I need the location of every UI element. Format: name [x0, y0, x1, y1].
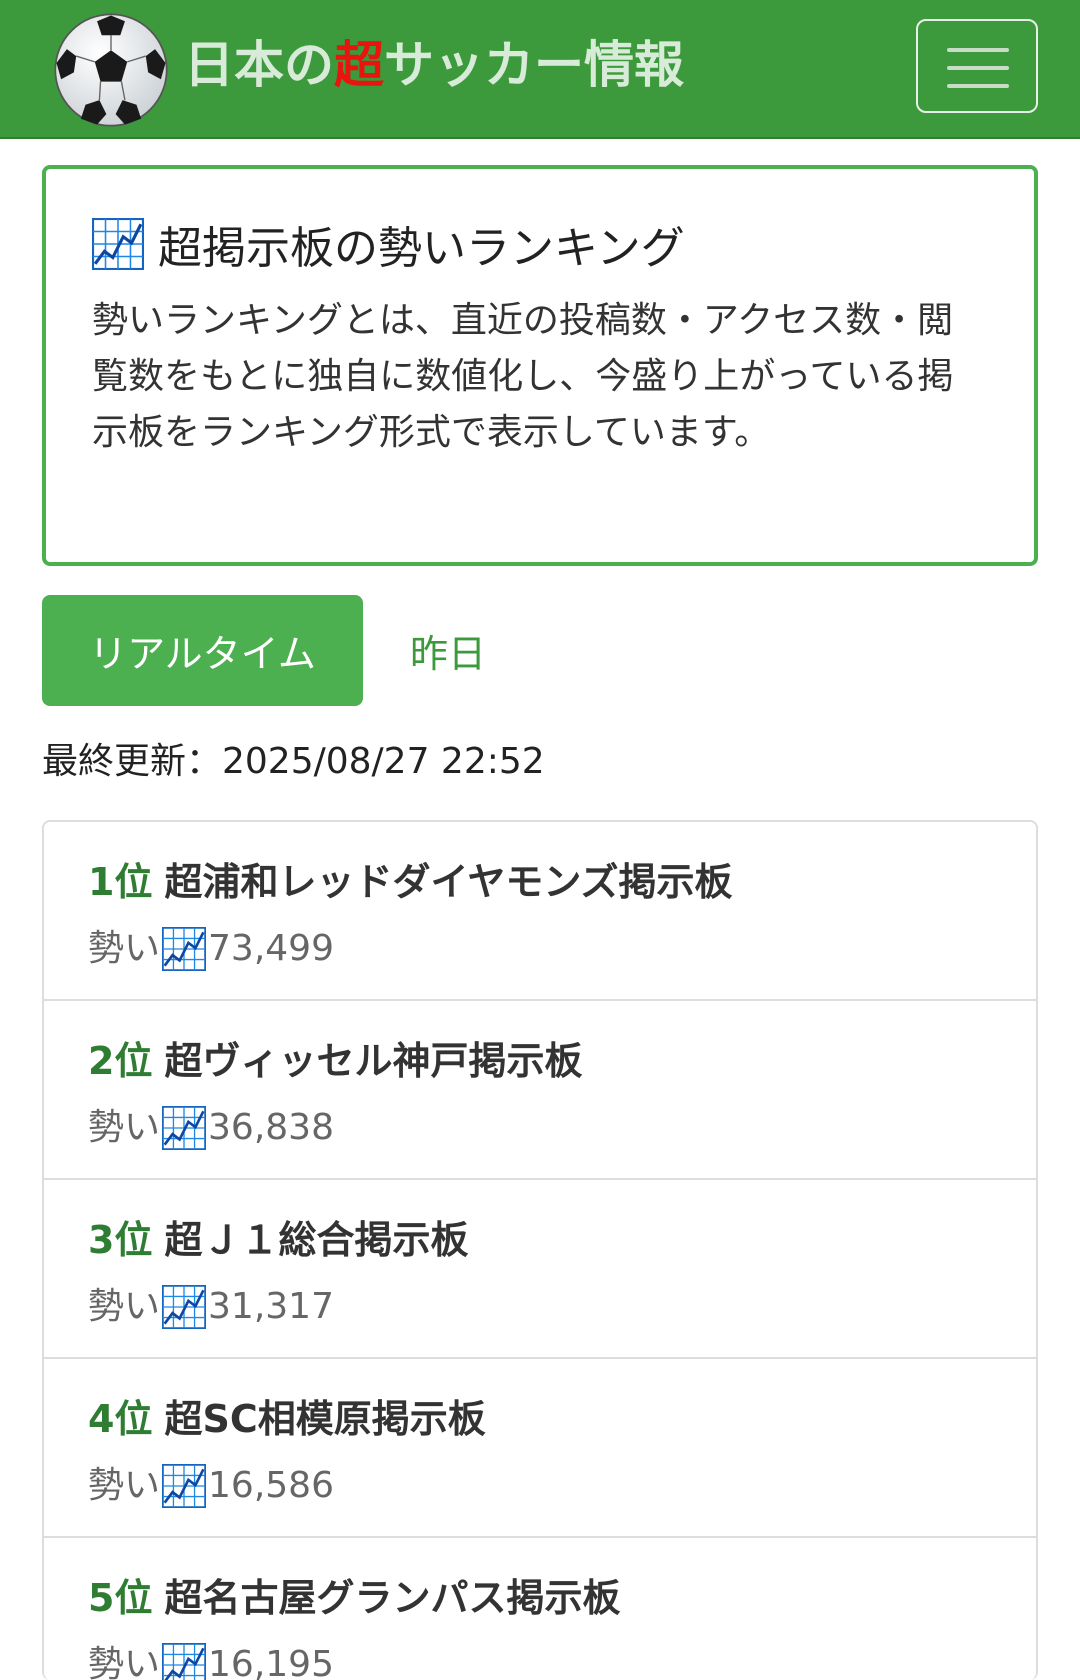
tab-realtime[interactable]: リアルタイム — [42, 595, 363, 706]
chart-increasing-icon — [92, 218, 144, 270]
chart-increasing-icon — [162, 1106, 207, 1150]
momentum-stat: 勢い 31,317 — [88, 1282, 1036, 1332]
momentum-stat: 勢い 16,586 — [88, 1461, 1036, 1511]
chart-increasing-icon — [162, 1285, 207, 1329]
momentum-stat: 勢い 36,838 — [88, 1103, 1036, 1153]
momentum-value: 16,195 — [208, 1644, 334, 1680]
ranking-position: 4位 — [88, 1397, 153, 1441]
ranking-info-title-text: 超掲示板の勢いランキング — [158, 223, 685, 274]
board-name: 超SC相模原掲示板 — [164, 1397, 486, 1441]
momentum-label: 勢い — [88, 1644, 161, 1680]
ranking-item-title[interactable]: 2位 超ヴィッセル神戸掲示板 — [88, 1035, 1036, 1087]
board-name: 超浦和レッドダイヤモンズ掲示板 — [164, 860, 733, 904]
chart-increasing-icon — [162, 1643, 207, 1680]
site-title[interactable]: 日本の超サッカー情報 — [184, 30, 684, 100]
last-updated-text: 最終更新：2025/08/27 22:52 — [42, 741, 545, 782]
momentum-label: 勢い — [88, 1465, 161, 1506]
ranking-position: 1位 — [88, 860, 153, 904]
ranking-list: 1位 超浦和レッドダイヤモンズ掲示板 勢い 73,499 2位 超ヴィッセル神戸掲示板 勢い… — [42, 820, 1038, 1680]
momentum-label: 勢い — [88, 928, 161, 969]
momentum-value: 31,317 — [208, 1286, 334, 1327]
ranking-item-title[interactable]: 4位 超SC相模原掲示板 — [88, 1393, 1036, 1445]
momentum-value: 36,838 — [208, 1107, 334, 1148]
board-name: 超名古屋グランパス掲示板 — [164, 1576, 621, 1620]
ranking-list-item[interactable]: 5位 超名古屋グランパス掲示板 勢い 16,195 — [44, 1538, 1036, 1680]
momentum-stat: 勢い 73,499 — [88, 924, 1036, 974]
momentum-value: 73,499 — [208, 928, 334, 969]
momentum-label: 勢い — [88, 1107, 161, 1148]
ranking-info-title: 超掲示板の勢いランキング — [92, 213, 992, 275]
ranking-list-item[interactable]: 2位 超ヴィッセル神戸掲示板 勢い 36,838 — [44, 1001, 1036, 1180]
soccer-ball-icon[interactable] — [53, 12, 169, 128]
tab-yesterday[interactable]: 昨日 — [410, 595, 486, 706]
momentum-value: 16,586 — [208, 1465, 334, 1506]
site-title-pre: 日本の — [184, 36, 334, 94]
ranking-info-description: 勢いランキングとは、直近の投稿数・アクセス数・閲覧数をもとに独自に数値化し、今盛… — [92, 300, 954, 453]
board-name: 超ヴィッセル神戸掲示板 — [164, 1039, 583, 1083]
ranking-item-title[interactable]: 5位 超名古屋グランパス掲示板 — [88, 1572, 1036, 1624]
top-navbar: 日本の超サッカー情報 — [0, 0, 1080, 139]
ranking-position: 3位 — [88, 1218, 153, 1262]
ranking-list-item[interactable]: 3位 超Ｊ１総合掲示板 勢い 31,317 — [44, 1180, 1036, 1359]
site-title-accent: 超 — [334, 36, 384, 94]
ranking-item-title[interactable]: 3位 超Ｊ１総合掲示板 — [88, 1214, 1036, 1266]
momentum-label: 勢い — [88, 1286, 161, 1327]
site-title-post: サッカー情報 — [384, 36, 684, 94]
chart-increasing-icon — [162, 927, 207, 971]
ranking-list-item[interactable]: 1位 超浦和レッドダイヤモンズ掲示板 勢い 73,499 — [44, 822, 1036, 1001]
hamburger-menu-button[interactable] — [916, 19, 1038, 113]
ranking-list-item[interactable]: 4位 超SC相模原掲示板 勢い 16,586 — [44, 1359, 1036, 1538]
ranking-item-title[interactable]: 1位 超浦和レッドダイヤモンズ掲示板 — [88, 856, 1036, 908]
momentum-stat: 勢い 16,195 — [88, 1640, 1036, 1680]
board-name: 超Ｊ１総合掲示板 — [164, 1218, 469, 1262]
ranking-info-box: 超掲示板の勢いランキング 勢いランキングとは、直近の投稿数・アクセス数・閲覧数を… — [42, 165, 1038, 566]
ranking-position: 5位 — [88, 1576, 153, 1620]
ranking-position: 2位 — [88, 1039, 153, 1083]
chart-increasing-icon — [162, 1464, 207, 1508]
